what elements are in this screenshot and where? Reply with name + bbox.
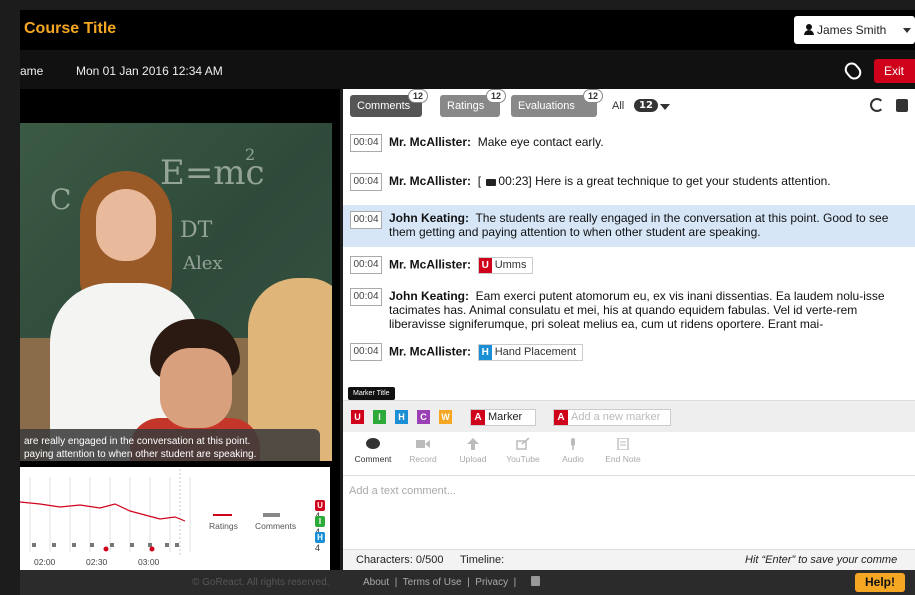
note-icon: [617, 438, 629, 450]
marker-h-button[interactable]: H: [395, 410, 408, 424]
privacy-link[interactable]: Privacy: [475, 577, 508, 588]
person-icon: [804, 24, 814, 35]
session-bar: ame Mon 01 Jan 2016 12:34 AM Exit: [20, 50, 915, 89]
marker-chip[interactable]: U Umms: [477, 257, 534, 274]
user-menu-button[interactable]: James Smith: [794, 16, 915, 44]
new-marker-input[interactable]: A Add a new marker: [553, 409, 671, 426]
footer: © GoReact. All rights reserved. About | …: [20, 570, 915, 595]
tab-count: 12: [582, 89, 603, 103]
comment-author: John Keating:: [389, 289, 469, 303]
comment-row[interactable]: 00:04 Mr. McAllister: Make eye contact e…: [343, 125, 915, 153]
comment-author: Mr. McAllister:: [389, 344, 472, 359]
filter-all-label[interactable]: All: [612, 100, 624, 112]
upload-arrow-icon: [467, 438, 479, 450]
presenter-name: ame: [20, 64, 44, 78]
axis-tick: 02:00: [34, 557, 56, 567]
comment-author: Mr. McAllister:: [389, 135, 472, 149]
comment-row[interactable]: 00:04 Mr. McAllister: [ 00:23] Here is a…: [343, 161, 915, 191]
video-camera-icon: [416, 440, 430, 448]
analytics-chart: [20, 469, 280, 555]
external-link-icon: [516, 438, 530, 450]
analytics-panel: 02:00 02:30 03:00 Ratings Comments U4 I4…: [20, 467, 330, 570]
legend-comments: Comments: [255, 521, 297, 531]
tab-evaluations[interactable]: Evaluations 12: [511, 89, 603, 117]
tab-ratings[interactable]: Ratings 12: [440, 89, 506, 117]
exit-button[interactable]: Exit: [874, 59, 915, 83]
session-date: Mon 01 Jan 2016 12:34 AM: [76, 64, 223, 78]
video-caption: are really engaged in the conversation a…: [20, 429, 320, 461]
save-hint: Hit “Enter” to save your comme: [745, 554, 898, 566]
comment-author: Mr. McAllister:: [389, 257, 472, 272]
feedback-tabs: Comments 12 Ratings 12 Evaluations 12 All 1…: [343, 89, 915, 123]
comment-row-selected[interactable]: 00:04 John Keating: The students are rea…: [343, 205, 915, 247]
help-button[interactable]: Help!: [855, 573, 905, 592]
comment-text: Here is a great technique to get your st…: [535, 174, 831, 188]
timestamp-button[interactable]: 00:04: [350, 343, 382, 361]
footer-links: About | Terms of Use | Privacy |: [363, 577, 517, 588]
speech-bubble-icon: [366, 438, 380, 449]
tab-comments[interactable]: Comments 12: [350, 89, 428, 117]
timestamp-button[interactable]: 00:04: [350, 256, 382, 274]
refresh-icon[interactable]: [870, 98, 884, 112]
video-pane: E=mc 2 C DT Alex are really engaged in t…: [20, 89, 340, 570]
tab-count: 12: [407, 89, 428, 103]
clip-time[interactable]: 00:23]: [498, 174, 531, 188]
ratings-line: [20, 501, 186, 522]
end-note-tool-button[interactable]: End Note: [598, 438, 648, 464]
comment-author: Mr. McAllister:: [389, 174, 472, 188]
course-title: Course Title: [24, 20, 117, 37]
marker-select[interactable]: A Marker: [470, 409, 536, 426]
comment-row[interactable]: 00:04 Mr. McAllister: H Hand Placement: [343, 335, 915, 363]
comment-author: John Keating:: [389, 211, 469, 225]
upload-tool-button[interactable]: Upload: [448, 438, 498, 464]
marker-i-button[interactable]: I: [373, 410, 386, 424]
timestamp-button[interactable]: 00:04: [350, 288, 382, 306]
chevron-down-icon[interactable]: [660, 104, 670, 110]
copyright-text: © GoReact. All rights reserved.: [192, 577, 330, 588]
axis-tick: 02:30: [86, 557, 108, 567]
comment-tool-button[interactable]: Comment: [348, 438, 398, 464]
chevron-down-icon: [903, 28, 911, 33]
comment-text: Make eye contact early.: [477, 135, 604, 149]
print-icon[interactable]: [896, 99, 908, 112]
comment-toolbar: Comment Record Upload YouTube Audio End …: [343, 432, 915, 476]
feedback-pane: Comments 12 Ratings 12 Evaluations 12 All 1…: [343, 89, 915, 570]
comment-row[interactable]: 00:04 John Keating: Eam exerci putent at…: [343, 280, 915, 332]
legend-ratings: Ratings: [209, 521, 238, 531]
marker-bar: U I H C W A Marker A Add a new marker: [343, 400, 915, 432]
composer-status-bar: Characters: 0/500 Timeline: Hit “Enter” …: [343, 549, 915, 570]
filter-count[interactable]: 12: [634, 99, 658, 112]
tab-count: 12: [485, 89, 506, 103]
marker-w-button[interactable]: W: [439, 410, 452, 424]
character-count: Characters: 0/500: [356, 554, 444, 566]
comment-row[interactable]: 00:04 Mr. McAllister: U Umms: [343, 247, 915, 275]
terms-link[interactable]: Terms of Use: [403, 577, 462, 588]
record-tool-button[interactable]: Record: [398, 438, 448, 464]
axis-tick: 03:00: [138, 557, 160, 567]
timestamp-button[interactable]: 00:04: [350, 211, 382, 229]
attachment-icon[interactable]: [841, 59, 865, 83]
youtube-tool-button[interactable]: YouTube: [498, 438, 548, 464]
comment-placeholder: Add a text comment...: [349, 485, 456, 497]
marker-chip[interactable]: H Hand Placement: [477, 344, 584, 361]
comment-textarea[interactable]: Add a text comment...: [343, 476, 915, 546]
marker-tooltip: Marker Title: [348, 387, 395, 400]
timestamp-button[interactable]: 00:04: [350, 134, 382, 152]
marker-count-h: H4: [315, 532, 330, 553]
lock-icon: [531, 576, 540, 586]
audio-tool-button[interactable]: Audio: [548, 438, 598, 464]
comment-list: 00:04 Mr. McAllister: Make eye contact e…: [343, 125, 915, 387]
video-player[interactable]: E=mc 2 C DT Alex are really engaged in t…: [20, 123, 332, 461]
video-clip-icon[interactable]: [486, 179, 497, 186]
timestamp-button[interactable]: 00:04: [350, 173, 382, 191]
top-bar: Course Title James Smith: [20, 10, 915, 50]
microphone-icon: [571, 438, 575, 450]
timeline-label: Timeline:: [460, 554, 505, 566]
about-link[interactable]: About: [363, 577, 389, 588]
user-name: James Smith: [817, 23, 887, 37]
marker-c-button[interactable]: C: [417, 410, 430, 424]
marker-u-button[interactable]: U: [351, 410, 364, 424]
